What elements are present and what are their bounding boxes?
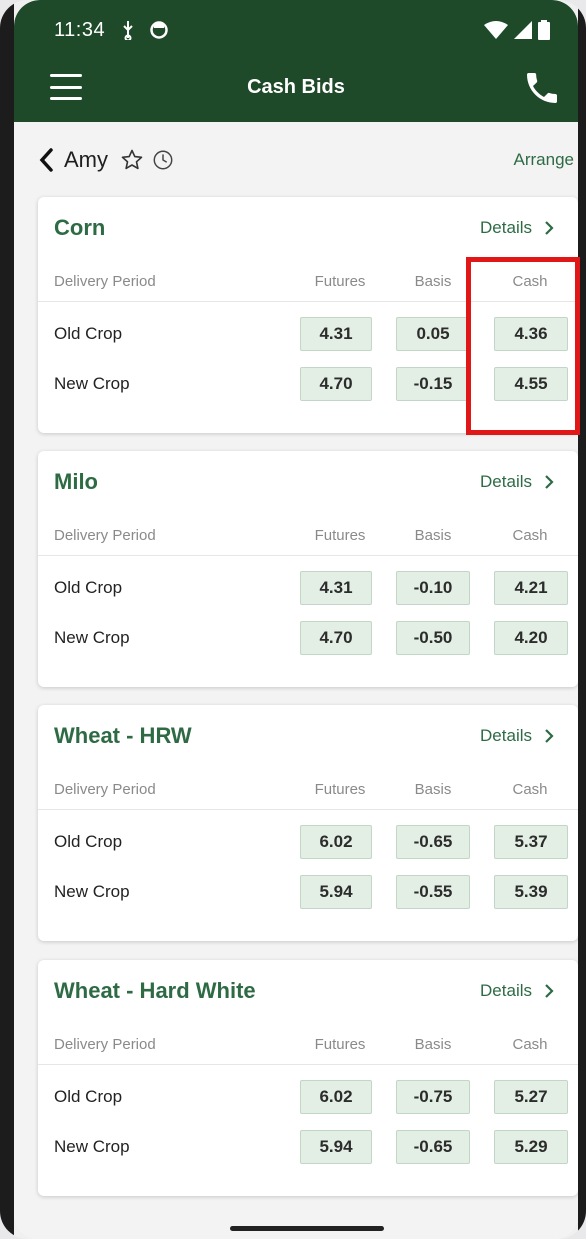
futures-value[interactable]: 4.70 (300, 367, 372, 401)
commodity-card-milo: Milo Details Delivery Period Futures Bas… (38, 451, 578, 687)
details-link[interactable]: Details (480, 726, 554, 746)
header-cash: Cash (512, 1035, 548, 1053)
chevron-right-icon (545, 475, 554, 489)
chevron-right-icon (545, 729, 554, 743)
status-time: 11:34 (54, 18, 106, 41)
back-chevron-icon[interactable] (36, 146, 56, 174)
basis-value[interactable]: -0.15 (396, 367, 470, 401)
table-row[interactable]: Old Crop 6.02 -0.75 5.27 (38, 1077, 578, 1117)
location-bar: Amy Arrange (14, 140, 578, 180)
delivery-period: Old Crop (54, 832, 123, 851)
futures-value[interactable]: 4.31 (300, 571, 372, 605)
phone-bezel-right (578, 0, 586, 1239)
table-row[interactable]: Old Crop 6.02 -0.65 5.37 (38, 822, 578, 862)
phone-bezel-left (0, 0, 14, 1239)
table-row[interactable]: Old Crop 4.31 0.05 4.36 (38, 314, 578, 354)
header-cash: Cash (512, 272, 548, 290)
battery-icon (538, 20, 550, 40)
phone-call-icon[interactable] (522, 68, 562, 108)
details-link[interactable]: Details (480, 218, 554, 238)
basis-value[interactable]: -0.75 (396, 1080, 470, 1114)
delivery-period: New Crop (54, 1137, 130, 1156)
table-header: Delivery Period Futures Basis Cash (38, 515, 578, 556)
futures-value[interactable]: 5.94 (300, 1130, 372, 1164)
commodity-card-wheat-hrw: Wheat - HRW Details Delivery Period Futu… (38, 705, 578, 941)
app-header: Cash Bids (14, 62, 578, 112)
app-screen: 11:34 Cash Bids Amy Arrange Corn Details… (14, 0, 578, 1239)
cash-value[interactable]: 5.39 (494, 875, 568, 909)
header-delivery-period: Delivery Period (54, 1035, 156, 1053)
favorite-star-icon[interactable] (120, 148, 144, 172)
details-link[interactable]: Details (480, 981, 554, 1001)
chevron-right-icon (545, 221, 554, 235)
header-futures: Futures (314, 1035, 366, 1053)
delivery-period: Old Crop (54, 324, 123, 343)
table-header: Delivery Period Futures Basis Cash (38, 769, 578, 810)
delivery-period: New Crop (54, 882, 130, 901)
arrange-link[interactable]: Arrange (514, 150, 574, 170)
home-indicator[interactable] (230, 1226, 384, 1231)
cash-value[interactable]: 5.27 (494, 1080, 568, 1114)
header-delivery-period: Delivery Period (54, 526, 156, 544)
basis-value[interactable]: 0.05 (396, 317, 470, 351)
commodity-card-corn: Corn Details Delivery Period Futures Bas… (38, 197, 578, 433)
cash-value[interactable]: 4.55 (494, 367, 568, 401)
delivery-period: New Crop (54, 374, 130, 393)
header-delivery-period: Delivery Period (54, 780, 156, 798)
commodity-card-wheat-hard-white: Wheat - Hard White Details Delivery Peri… (38, 960, 578, 1196)
commodity-title: Corn (54, 215, 106, 240)
table-row[interactable]: New Crop 5.94 -0.55 5.39 (38, 872, 578, 912)
header-cash: Cash (512, 526, 548, 544)
delivery-period: New Crop (54, 628, 130, 647)
basis-value[interactable]: -0.55 (396, 875, 470, 909)
basis-value[interactable]: -0.10 (396, 571, 470, 605)
basis-value[interactable]: -0.65 (396, 1130, 470, 1164)
header-futures: Futures (314, 526, 366, 544)
usb-icon (123, 21, 133, 40)
basis-value[interactable]: -0.65 (396, 825, 470, 859)
commodity-title: Milo (54, 469, 98, 494)
futures-value[interactable]: 6.02 (300, 1080, 372, 1114)
phone-frame: 11:34 Cash Bids Amy Arrange Corn Details… (0, 0, 586, 1239)
table-header: Delivery Period Futures Basis Cash (38, 1024, 578, 1065)
commodity-title: Wheat - HRW (54, 723, 192, 748)
futures-value[interactable]: 5.94 (300, 875, 372, 909)
signal-icon (514, 21, 532, 39)
status-bar: 11:34 (14, 14, 578, 46)
commodity-title: Wheat - Hard White (54, 978, 256, 1003)
table-row[interactable]: New Crop 4.70 -0.50 4.20 (38, 618, 578, 658)
futures-value[interactable]: 6.02 (300, 825, 372, 859)
futures-value[interactable]: 4.31 (300, 317, 372, 351)
app-title: Cash Bids (247, 75, 345, 98)
header-basis: Basis (414, 780, 452, 798)
header-basis: Basis (414, 272, 452, 290)
chevron-right-icon (545, 984, 554, 998)
cash-value[interactable]: 4.21 (494, 571, 568, 605)
header-delivery-period: Delivery Period (54, 272, 156, 290)
delivery-period: Old Crop (54, 578, 123, 597)
header-basis: Basis (414, 526, 452, 544)
basis-value[interactable]: -0.50 (396, 621, 470, 655)
top-app-bar: 11:34 Cash Bids (14, 0, 578, 122)
delivery-period: Old Crop (54, 1087, 123, 1106)
table-row[interactable]: New Crop 5.94 -0.65 5.29 (38, 1127, 578, 1167)
header-basis: Basis (414, 1035, 452, 1053)
history-clock-icon[interactable] (152, 149, 174, 171)
cash-value[interactable]: 5.29 (494, 1130, 568, 1164)
location-name: Amy (64, 147, 108, 172)
details-link[interactable]: Details (480, 472, 554, 492)
futures-value[interactable]: 4.70 (300, 621, 372, 655)
sync-icon (150, 21, 168, 39)
table-row[interactable]: New Crop 4.70 -0.15 4.55 (38, 364, 578, 404)
wifi-icon (484, 21, 508, 39)
header-futures: Futures (314, 272, 366, 290)
cash-value[interactable]: 4.20 (494, 621, 568, 655)
table-header: Delivery Period Futures Basis Cash (38, 261, 578, 302)
table-row[interactable]: Old Crop 4.31 -0.10 4.21 (38, 568, 578, 608)
header-futures: Futures (314, 780, 366, 798)
cash-value[interactable]: 4.36 (494, 317, 568, 351)
header-cash: Cash (512, 780, 548, 798)
cash-value[interactable]: 5.37 (494, 825, 568, 859)
